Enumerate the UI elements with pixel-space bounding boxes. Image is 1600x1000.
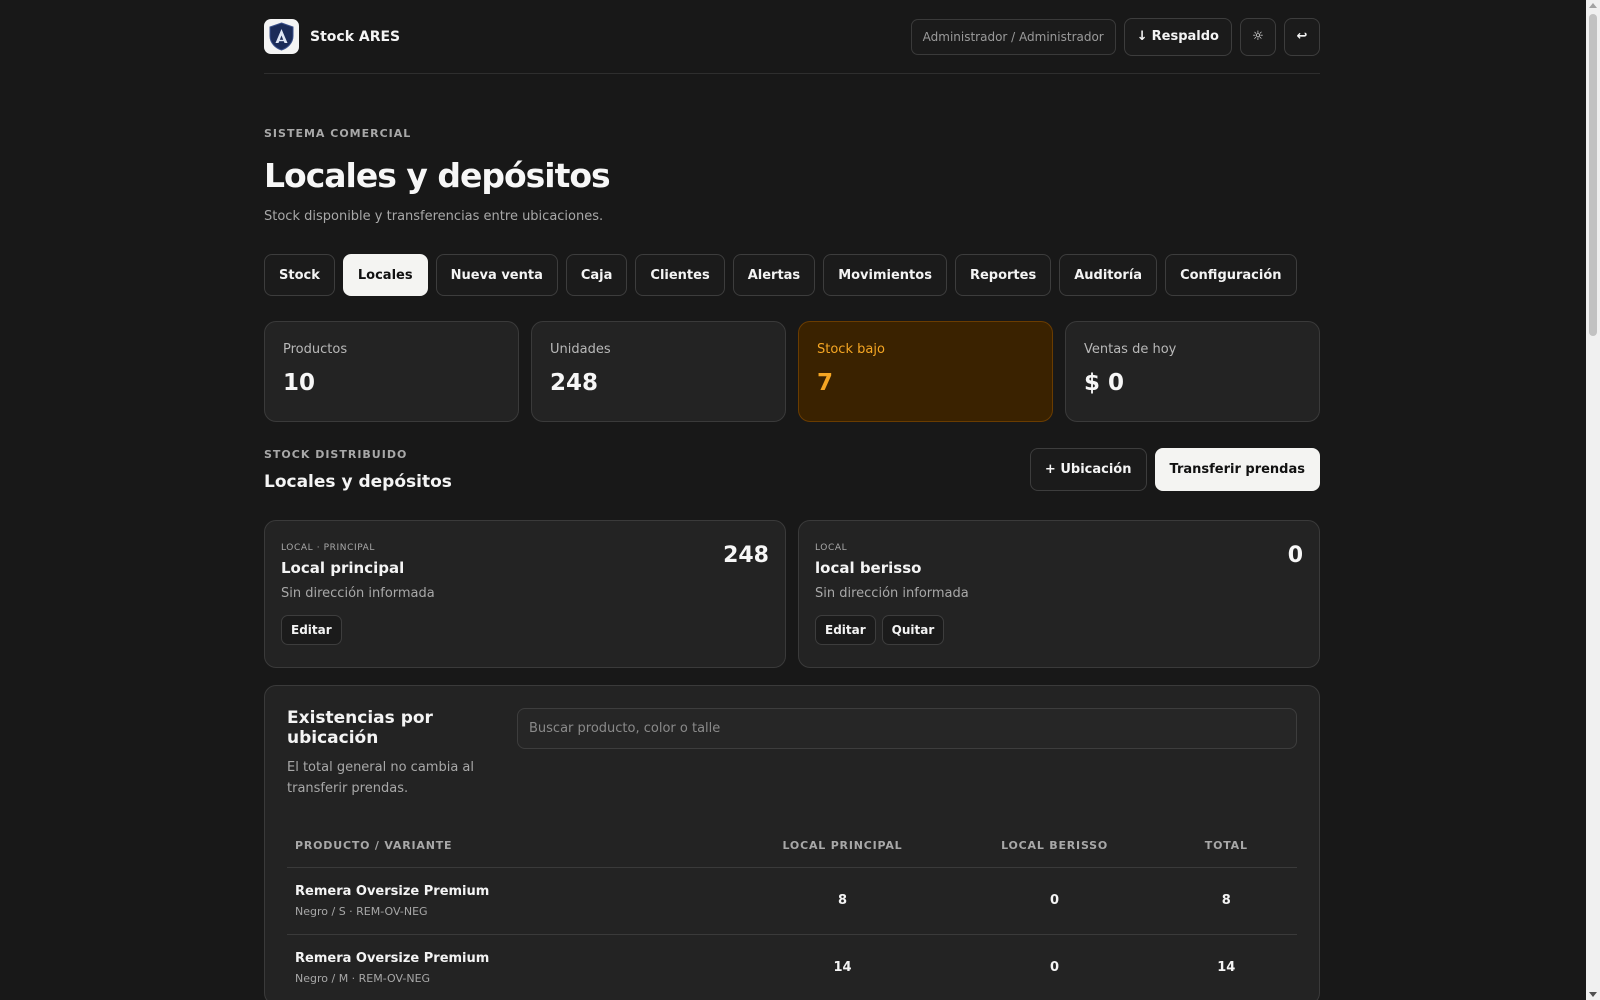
page-container: Stock ARES Administrador / Administrador…: [264, 0, 1320, 1000]
search-input[interactable]: [517, 708, 1297, 749]
stat-label: Unidades: [550, 342, 611, 357]
tab-caja[interactable]: Caja: [565, 254, 628, 296]
tab-stock[interactable]: Stock: [264, 254, 335, 296]
column-header-local-principal[interactable]: LOCAL PRINCIPAL: [731, 825, 954, 868]
top-bar: Stock ARES Administrador / Administrador…: [264, 0, 1320, 74]
user-badge[interactable]: Administrador / Administrador: [910, 18, 1116, 55]
stock-by-location-panel: Existencias por ubicación El total gener…: [264, 685, 1320, 1000]
sun-icon: ☼: [1252, 29, 1264, 44]
column-header-local-berisso[interactable]: LOCAL BERISSO: [953, 825, 1156, 868]
table-row[interactable]: Remera Oversize Premium Negro / S · REM-…: [287, 867, 1297, 935]
location-address: Sin dirección informada: [815, 586, 969, 601]
tab-configuracion[interactable]: Configuración: [1165, 254, 1297, 296]
edit-location-button[interactable]: Editar: [281, 615, 342, 645]
stock-table: PRODUCTO / VARIANTE LOCAL PRINCIPAL LOCA…: [287, 825, 1297, 1000]
tab-movimientos[interactable]: Movimientos: [823, 254, 947, 296]
location-card-berisso: LOCAL local berisso Sin dirección inform…: [798, 520, 1320, 668]
tab-auditoria[interactable]: Auditoría: [1059, 254, 1158, 296]
logout-button[interactable]: ↩: [1284, 17, 1320, 56]
qty-local-berisso: 0: [953, 934, 1156, 1000]
return-arrow-icon: ↩: [1296, 29, 1308, 44]
hero-eyebrow: SISTEMA COMERCIAL: [264, 127, 412, 140]
page-subtitle: Stock disponible y transferencias entre …: [264, 209, 604, 224]
product-cell: Remera Oversize Premium Negro / M · REM-…: [287, 934, 732, 1000]
tab-clientes[interactable]: Clientes: [635, 254, 725, 296]
tab-alertas[interactable]: Alertas: [732, 254, 816, 296]
section-title: Locales y depósitos: [264, 472, 452, 492]
stat-label: Productos: [283, 342, 348, 357]
stat-card-productos: Productos 10: [264, 321, 519, 422]
top-actions: Administrador / Administrador ↓ Respaldo…: [910, 17, 1320, 56]
stat-value: 248: [550, 370, 599, 396]
tab-nueva-venta[interactable]: Nueva venta: [435, 254, 558, 296]
brand[interactable]: Stock ARES: [264, 19, 400, 54]
tab-reportes[interactable]: Reportes: [954, 254, 1052, 296]
stat-card-stock-bajo: Stock bajo 7: [798, 321, 1053, 422]
panel-title: Existencias por ubicación: [287, 708, 433, 748]
download-arrow-icon: ↓: [1136, 29, 1148, 44]
location-actions: Editar Quitar: [815, 615, 1303, 645]
column-header-total[interactable]: TOTAL: [1155, 825, 1297, 868]
stat-card-unidades: Unidades 248: [531, 321, 786, 422]
stat-card-ventas-hoy: Ventas de hoy $ 0: [1065, 321, 1320, 422]
location-type: LOCAL · PRINCIPAL: [281, 543, 376, 553]
app-name: Stock ARES: [310, 28, 401, 45]
location-unit-count: 248: [723, 543, 769, 568]
location-type: LOCAL: [815, 543, 848, 553]
remove-location-button[interactable]: Quitar: [881, 615, 945, 645]
scroll-up-arrow-icon[interactable]: [1589, 3, 1597, 8]
product-variant: Negro / M · REM-OV-NEG: [295, 971, 431, 985]
distributed-stock-header: STOCK DISTRIBUIDO Locales y depósitos + …: [264, 448, 1320, 492]
location-cards: LOCAL · PRINCIPAL Local principal Sin di…: [264, 520, 1320, 668]
panel-description: El total general no cambia al transferir…: [287, 760, 475, 796]
section-eyebrow: STOCK DISTRIBUIDO: [264, 448, 408, 461]
shield-logo-icon: [264, 19, 299, 54]
backup-button[interactable]: ↓ Respaldo: [1123, 17, 1232, 56]
stat-label: Stock bajo: [817, 342, 885, 357]
location-address: Sin dirección informada: [281, 586, 435, 601]
table-header-row: PRODUCTO / VARIANTE LOCAL PRINCIPAL LOCA…: [287, 825, 1297, 868]
location-name: Local principal: [281, 559, 405, 577]
page-scrollbar[interactable]: [1586, 0, 1600, 1000]
qty-local-berisso: 0: [953, 867, 1156, 935]
scroll-down-arrow-icon[interactable]: [1589, 992, 1597, 997]
stats-row: Productos 10 Unidades 248 Stock bajo 7 V…: [264, 321, 1320, 422]
qty-total: 8: [1155, 867, 1297, 935]
section-actions: + Ubicación Transferir prendas: [1029, 448, 1320, 491]
transfer-button[interactable]: Transferir prendas: [1154, 448, 1320, 491]
stat-value: 7: [817, 370, 834, 396]
column-header-product[interactable]: PRODUCTO / VARIANTE: [287, 825, 732, 868]
qty-local-principal: 8: [731, 867, 954, 935]
stat-value: 10: [283, 370, 316, 396]
product-variant: Negro / S · REM-OV-NEG: [295, 904, 428, 918]
location-unit-count: 0: [1287, 543, 1303, 568]
edit-location-button[interactable]: Editar: [815, 615, 876, 645]
qty-local-principal: 14: [731, 934, 954, 1000]
location-card-principal: LOCAL · PRINCIPAL Local principal Sin di…: [264, 520, 786, 668]
product-name: Remera Oversize Premium: [295, 883, 490, 899]
qty-total: 14: [1155, 934, 1297, 1000]
stat-label: Ventas de hoy: [1084, 342, 1177, 357]
scrollbar-thumb[interactable]: [1589, 14, 1597, 336]
page-title: Locales y depósitos: [264, 156, 611, 195]
table-row[interactable]: Remera Oversize Premium Negro / M · REM-…: [287, 934, 1297, 1000]
backup-label: Respaldo: [1151, 29, 1219, 44]
stat-value: $ 0: [1084, 370, 1125, 396]
theme-toggle-button[interactable]: ☼: [1240, 17, 1276, 56]
product-name: Remera Oversize Premium: [295, 950, 490, 966]
add-location-button[interactable]: + Ubicación: [1029, 448, 1147, 491]
product-cell: Remera Oversize Premium Negro / S · REM-…: [287, 867, 732, 935]
tab-locales[interactable]: Locales: [342, 254, 428, 296]
location-actions: Editar: [281, 615, 769, 645]
main-tabs: Stock Locales Nueva venta Caja Clientes …: [264, 254, 1320, 296]
location-name: local berisso: [815, 559, 922, 577]
